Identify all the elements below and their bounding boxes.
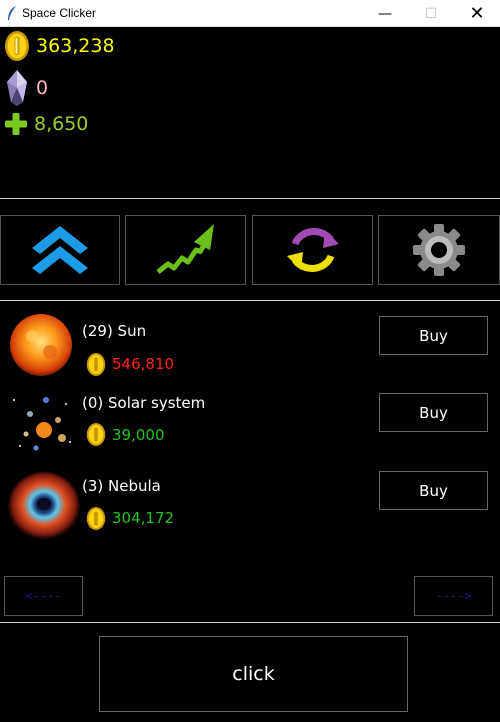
- settings-button[interactable]: [378, 215, 500, 285]
- per-click-stat: 8,650: [4, 112, 88, 136]
- click-button[interactable]: click: [99, 636, 408, 712]
- stats-button[interactable]: [125, 215, 246, 285]
- upgrade-chevrons-icon: [32, 226, 88, 274]
- item-price: 304,172: [112, 509, 175, 527]
- coins-value: 363,238: [36, 35, 115, 57]
- solar-system-image: [13, 397, 71, 451]
- title-bar: Space Clicker — ☐ ✕: [0, 0, 500, 27]
- item-name: (29) Sun: [82, 322, 147, 340]
- refresh-cycle-icon: [286, 228, 339, 272]
- maximize-button[interactable]: ☐: [408, 0, 454, 27]
- next-page-button[interactable]: ---->: [414, 576, 493, 616]
- rebirth-button[interactable]: [252, 215, 373, 285]
- divider: [0, 198, 500, 199]
- per-click-value: 8,650: [34, 113, 89, 135]
- gems-value: 0: [36, 77, 49, 99]
- growth-arrow-icon: [155, 224, 214, 274]
- coins-stat: 363,238: [4, 30, 115, 62]
- window-title: Space Clicker: [22, 6, 97, 20]
- divider: [0, 300, 500, 301]
- gems-stat: 0: [4, 68, 48, 108]
- coin-icon: [86, 506, 106, 531]
- item-name: (3) Nebula: [82, 477, 161, 495]
- item-name: (0) Solar system: [82, 394, 206, 412]
- crystal-icon: [7, 70, 27, 106]
- minimize-button[interactable]: —: [362, 0, 408, 27]
- nebula-image: [8, 472, 80, 540]
- coin-icon: [5, 31, 29, 61]
- coin-icon: [86, 352, 106, 377]
- upgrades-button[interactable]: [0, 215, 120, 285]
- buy-button[interactable]: Buy: [379, 316, 488, 355]
- close-button[interactable]: ✕: [454, 0, 500, 27]
- item-price: 546,810: [112, 355, 175, 373]
- buy-button[interactable]: Buy: [379, 471, 488, 510]
- item-price: 39,000: [112, 426, 165, 444]
- gear-icon: [413, 224, 465, 276]
- sun-image: [10, 314, 72, 376]
- feather-icon: [8, 6, 16, 20]
- coin-icon: [86, 422, 106, 447]
- prev-page-button[interactable]: <----: [4, 576, 83, 616]
- buy-button[interactable]: Buy: [379, 393, 488, 432]
- divider: [0, 622, 500, 623]
- plus-icon: [5, 113, 27, 135]
